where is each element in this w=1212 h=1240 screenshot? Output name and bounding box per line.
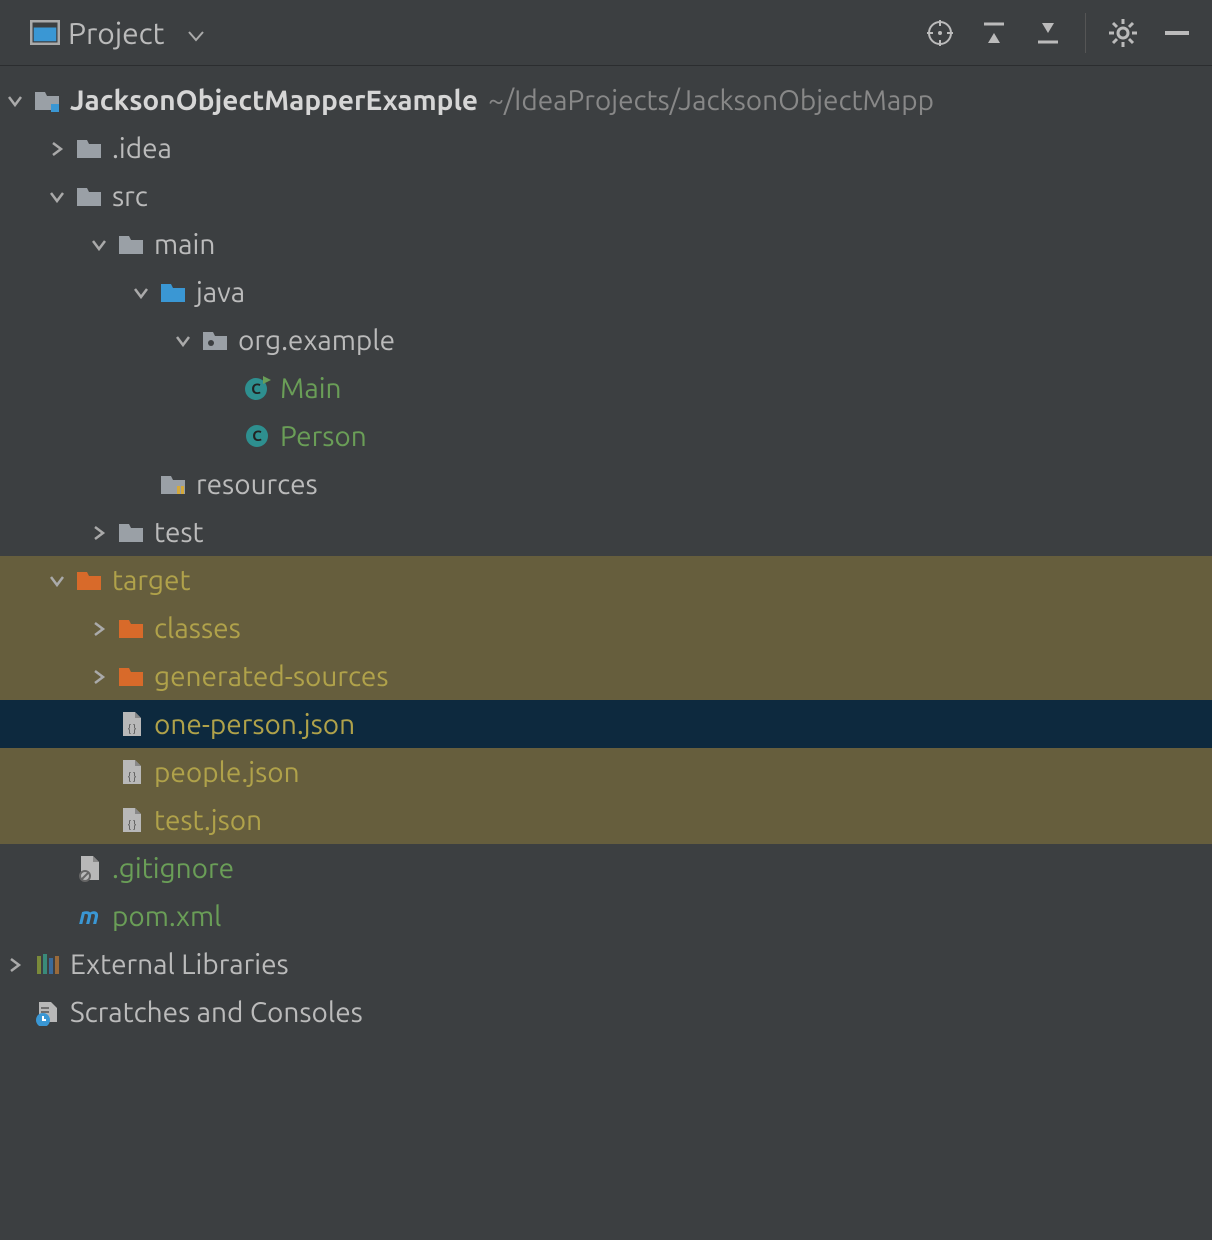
tree-item-label: Scratches and Consoles: [70, 997, 363, 1028]
chevron-down-icon[interactable]: [126, 277, 156, 308]
tree-item-label: Person: [280, 421, 367, 452]
project-toolbar: Project: [0, 0, 1212, 66]
gitignore-file-icon: [72, 854, 106, 882]
project-tree: JacksonObjectMapperExample ~/IdeaProject…: [0, 66, 1212, 1036]
tree-node-external-libraries[interactable]: External Libraries: [0, 940, 1212, 988]
chevron-right-icon[interactable]: [84, 613, 114, 644]
chevron-down-icon[interactable]: [168, 325, 198, 356]
tree-node-test[interactable]: test: [0, 508, 1212, 556]
tree-item-label: pom.xml: [112, 901, 222, 932]
json-file-icon: { }: [114, 710, 148, 738]
tree-node-target[interactable]: target: [0, 556, 1212, 604]
chevron-down-icon[interactable]: [42, 181, 72, 212]
svg-text:{ }: { }: [128, 819, 137, 830]
chevron-down-icon[interactable]: [0, 85, 30, 116]
tree-item-label: people.json: [154, 757, 300, 788]
svg-text:{ }: { }: [128, 723, 137, 734]
tree-node-generated-sources[interactable]: generated-sources: [0, 652, 1212, 700]
tree-item-label: org.example: [238, 325, 395, 356]
tree-item-label: generated-sources: [154, 661, 389, 692]
project-path-label: ~/IdeaProjects/JacksonObjectMapp: [488, 85, 934, 116]
svg-text:C: C: [251, 380, 261, 397]
class-icon: C: [240, 422, 274, 450]
module-icon: [30, 86, 64, 114]
tree-item-label: test.json: [154, 805, 262, 836]
folder-icon: [72, 182, 106, 210]
tree-item-label: java: [196, 277, 245, 308]
tree-node-package[interactable]: org.example: [0, 316, 1212, 364]
project-name-label: JacksonObjectMapperExample: [70, 85, 478, 116]
folder-icon: [114, 230, 148, 258]
collapse-all-button[interactable]: [1023, 8, 1073, 58]
view-selector-label[interactable]: Project: [68, 16, 164, 50]
tree-item-label: .gitignore: [112, 853, 234, 884]
folder-icon: [114, 518, 148, 546]
toolbar-separator: [1085, 13, 1086, 53]
svg-text:m: m: [79, 902, 99, 929]
locate-file-button[interactable]: [915, 8, 965, 58]
tree-node-java[interactable]: java: [0, 268, 1212, 316]
settings-button[interactable]: [1098, 8, 1148, 58]
tree-item-label: main: [154, 229, 215, 260]
package-icon: [198, 326, 232, 354]
source-folder-icon: [156, 278, 190, 306]
tree-node-classes[interactable]: classes: [0, 604, 1212, 652]
maven-file-icon: m: [72, 902, 106, 930]
libraries-icon: [30, 950, 64, 978]
tree-item-label: .idea: [112, 133, 172, 164]
chevron-right-icon[interactable]: [42, 133, 72, 164]
tree-node-one-person-json[interactable]: { } one-person.json: [0, 700, 1212, 748]
tree-node-idea[interactable]: .idea: [0, 124, 1212, 172]
tree-node-main[interactable]: main: [0, 220, 1212, 268]
resources-folder-icon: [156, 470, 190, 498]
tree-node-src[interactable]: src: [0, 172, 1212, 220]
dropdown-arrow-icon[interactable]: [188, 17, 204, 48]
json-file-icon: { }: [114, 806, 148, 834]
tree-item-label: Main: [280, 373, 342, 404]
excluded-folder-icon: [72, 566, 106, 594]
tree-node-people-json[interactable]: { } people.json: [0, 748, 1212, 796]
tree-item-label: target: [112, 565, 190, 596]
tree-item-label: one-person.json: [154, 709, 355, 740]
project-view-icon: [30, 21, 60, 45]
expand-all-button[interactable]: [969, 8, 1019, 58]
svg-text:{ }: { }: [128, 771, 137, 782]
chevron-right-icon[interactable]: [84, 517, 114, 548]
tree-item-label: test: [154, 517, 204, 548]
tree-node-pom[interactable]: m pom.xml: [0, 892, 1212, 940]
tree-node-project-root[interactable]: JacksonObjectMapperExample ~/IdeaProject…: [0, 76, 1212, 124]
chevron-right-icon[interactable]: [84, 661, 114, 692]
chevron-down-icon[interactable]: [42, 565, 72, 596]
scratches-icon: [30, 998, 64, 1026]
hide-button[interactable]: [1152, 8, 1202, 58]
tree-node-resources[interactable]: resources: [0, 460, 1212, 508]
chevron-down-icon[interactable]: [84, 229, 114, 260]
excluded-folder-icon: [114, 614, 148, 642]
tree-item-label: classes: [154, 613, 241, 644]
tree-item-label: resources: [196, 469, 318, 500]
excluded-folder-icon: [114, 662, 148, 690]
tree-node-scratches[interactable]: Scratches and Consoles: [0, 988, 1212, 1036]
tree-node-test-json[interactable]: { } test.json: [0, 796, 1212, 844]
chevron-right-icon[interactable]: [0, 949, 30, 980]
folder-icon: [72, 134, 106, 162]
tree-item-label: External Libraries: [70, 949, 289, 980]
tree-item-label: src: [112, 181, 148, 212]
json-file-icon: { }: [114, 758, 148, 786]
tree-node-class-person[interactable]: C Person: [0, 412, 1212, 460]
class-runnable-icon: C: [240, 374, 274, 402]
tree-node-class-main[interactable]: C Main: [0, 364, 1212, 412]
tree-node-gitignore[interactable]: .gitignore: [0, 844, 1212, 892]
svg-text:C: C: [252, 427, 262, 444]
